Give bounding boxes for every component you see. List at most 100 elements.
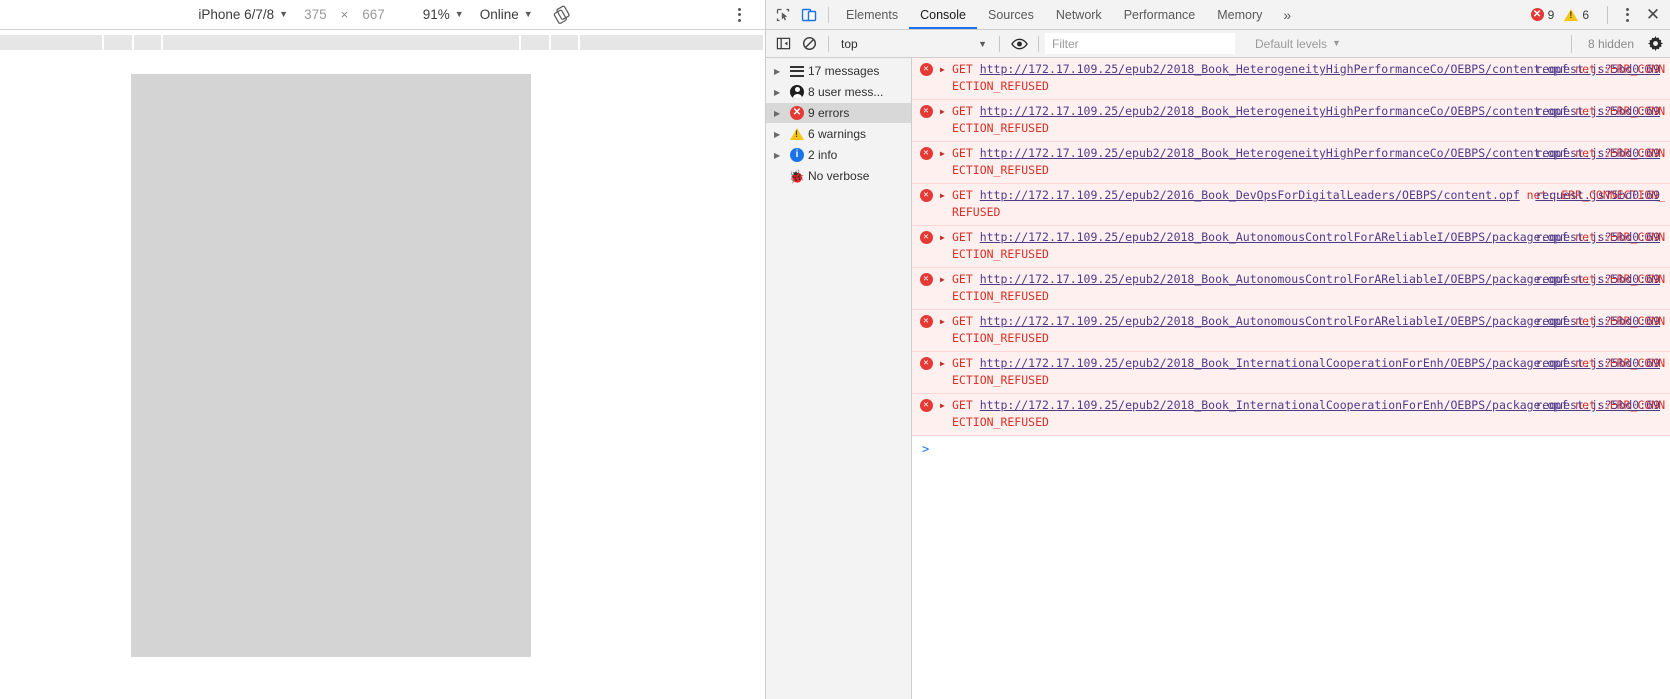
clear-console-icon[interactable]	[796, 32, 822, 56]
chevron-down-icon: ▼	[454, 8, 464, 19]
tab-label: Memory	[1217, 7, 1263, 22]
log-levels-value: Default levels	[1255, 36, 1328, 51]
source-location-link[interactable]: request.js?5bd0:69	[1535, 272, 1660, 286]
device-toolbar-more-icon[interactable]	[729, 5, 749, 25]
tab-elements[interactable]: Elements	[835, 0, 909, 29]
console-message-row[interactable]: ✕ ▶ GET http://172.17.109.25/epub2/2018_Bo…	[912, 142, 1670, 184]
issue-counters[interactable]: ✕ 9 6	[1530, 8, 1599, 22]
request-url[interactable]: http://172.17.109.25/epub2/2018_Book_Int…	[980, 356, 1569, 370]
tab-memory[interactable]: Memory	[1206, 0, 1273, 29]
throttling-select[interactable]: Online ▼	[472, 4, 541, 26]
source-location-link[interactable]: request.js?5bd0:69	[1535, 356, 1660, 370]
expand-arrow-icon[interactable]: ▶	[940, 397, 952, 410]
sidebar-item-messages[interactable]: ▶ 17 messages	[766, 61, 911, 81]
expand-arrow-icon[interactable]: ▶	[774, 109, 786, 118]
http-method: GET	[952, 230, 980, 244]
inspect-element-icon[interactable]	[770, 2, 796, 28]
sidebar-item-info[interactable]: ▶ i 2 info	[766, 145, 911, 165]
source-location-link[interactable]: request.js?5bd0:69	[1535, 62, 1660, 76]
request-url[interactable]: http://172.17.109.25/epub2/2018_Book_Int…	[980, 398, 1569, 412]
zoom-select[interactable]: 91% ▼	[415, 4, 472, 26]
expand-arrow-icon[interactable]: ▶	[940, 271, 952, 284]
device-viewport-area	[0, 51, 765, 699]
request-url[interactable]: http://172.17.109.25/epub2/2018_Book_Het…	[980, 104, 1569, 118]
request-url[interactable]: http://172.17.109.25/epub2/2016_Book_Dev…	[980, 188, 1520, 202]
request-url[interactable]: http://172.17.109.25/epub2/2018_Book_Aut…	[980, 314, 1569, 328]
hidden-messages-count[interactable]: 8 hidden	[1580, 37, 1642, 51]
console-message-row[interactable]: ✕ ▶ GET http://172.17.109.25/epub2/2018_Bo…	[912, 352, 1670, 394]
console-message-row[interactable]: ✕ ▶ GET http://172.17.109.25/epub2/2018_Bo…	[912, 100, 1670, 142]
execution-context-select[interactable]: top ▼	[835, 33, 993, 54]
console-prompt[interactable]: >	[912, 436, 1670, 456]
expand-arrow-icon[interactable]: ▶	[774, 67, 786, 76]
source-location-link[interactable]: request.js?5bd0:69	[1535, 104, 1660, 118]
expand-arrow-icon[interactable]: ▶	[940, 355, 952, 368]
source-location-link[interactable]: request.js?5bd0:69	[1535, 230, 1660, 244]
expand-arrow-icon[interactable]: ▶	[774, 130, 786, 139]
more-tabs-icon[interactable]: »	[1273, 0, 1301, 29]
source-location-link[interactable]: request.js?5bd0:69	[1535, 188, 1660, 202]
console-sidebar-toggle-icon[interactable]	[770, 32, 796, 56]
viewport-ruler	[0, 29, 765, 51]
viewport-width-input[interactable]: 375	[296, 4, 335, 26]
console-message-row[interactable]: ✕ ▶ GET http://172.17.109.25/epub2/2018_Bo…	[912, 226, 1670, 268]
toggle-device-toolbar-icon[interactable]	[796, 2, 822, 28]
device-select[interactable]: iPhone 6/7/8 ▼	[190, 4, 296, 26]
source-location-link[interactable]: request.js?5bd0:69	[1535, 146, 1660, 160]
expand-arrow-icon[interactable]: ▶	[940, 313, 952, 326]
expand-arrow-icon[interactable]: ▶	[774, 88, 786, 97]
request-url[interactable]: http://172.17.109.25/epub2/2018_Book_Aut…	[980, 230, 1569, 244]
console-message-row[interactable]: ✕ ▶ GET http://172.17.109.25/epub2/2018_Bo…	[912, 58, 1670, 100]
expand-arrow-icon[interactable]: ▶	[940, 61, 952, 74]
devtools-window: iPhone 6/7/8 ▼ 375 × 667 91% ▼ Online ▼	[0, 0, 1670, 699]
error-icon: ✕	[786, 106, 808, 120]
ruler-segment	[550, 35, 579, 50]
expand-arrow-icon[interactable]: ▶	[940, 187, 952, 200]
expand-arrow-icon[interactable]: ▶	[940, 103, 952, 116]
expand-arrow-icon[interactable]: ▶	[774, 151, 786, 160]
expand-arrow-icon[interactable]: ▶	[940, 229, 952, 242]
device-emulation-pane: iPhone 6/7/8 ▼ 375 × 667 91% ▼ Online ▼	[0, 0, 766, 699]
tab-sources[interactable]: Sources	[977, 0, 1045, 29]
customize-devtools-icon[interactable]	[1616, 3, 1638, 27]
console-filter-input[interactable]: Filter	[1045, 33, 1235, 54]
live-expression-icon[interactable]	[1006, 32, 1032, 56]
sidebar-item-warnings[interactable]: ▶ 6 warnings	[766, 124, 911, 144]
console-message-row[interactable]: ✕ ▶ GET http://172.17.109.25/epub2/2018_Bo…	[912, 394, 1670, 436]
request-url[interactable]: http://172.17.109.25/epub2/2018_Book_Het…	[980, 62, 1569, 76]
source-location-link[interactable]: request.js?5bd0:69	[1535, 314, 1660, 328]
ruler-segment	[133, 35, 162, 50]
console-sidebar: ▶ 17 messages ▶ 8 user mess... ▶ ✕ 9 err…	[766, 58, 912, 699]
http-method: GET	[952, 398, 980, 412]
error-icon: ✕	[912, 61, 940, 76]
http-method: GET	[952, 62, 980, 76]
console-message-row[interactable]: ✕ ▶ GET http://172.17.109.25/epub2/2018_Bo…	[912, 268, 1670, 310]
device-toolbar-controls: iPhone 6/7/8 ▼ 375 × 667 91% ▼ Online ▼	[190, 4, 574, 26]
console-settings-icon[interactable]	[1642, 32, 1668, 56]
sidebar-item-verbose[interactable]: ▶ 🐞 No verbose	[766, 166, 911, 186]
expand-arrow-icon[interactable]: ▶	[940, 145, 952, 158]
error-icon: ✕	[912, 271, 940, 286]
toolbar-divider	[1038, 35, 1039, 52]
tab-label: Network	[1055, 7, 1102, 22]
tab-console[interactable]: Console	[909, 0, 977, 29]
device-screen-frame[interactable]	[131, 74, 531, 657]
sidebar-item-errors[interactable]: ▶ ✕ 9 errors	[766, 103, 911, 123]
zoom-select-label: 91%	[422, 7, 450, 22]
tab-network[interactable]: Network	[1045, 0, 1113, 29]
log-levels-select[interactable]: Default levels ▼	[1247, 33, 1349, 55]
console-message-row[interactable]: ✕ ▶ GET http://172.17.109.25/epub2/2016_Bo…	[912, 184, 1670, 226]
tab-performance[interactable]: Performance	[1113, 0, 1207, 29]
tab-label: Sources	[987, 7, 1034, 22]
console-message-row[interactable]: ✕ ▶ GET http://172.17.109.25/epub2/2018_Bo…	[912, 310, 1670, 352]
viewport-height-input[interactable]: 667	[354, 4, 393, 26]
rotate-device-icon[interactable]	[549, 4, 575, 26]
close-devtools-icon[interactable]: ✕	[1638, 1, 1668, 29]
request-url[interactable]: http://172.17.109.25/epub2/2018_Book_Aut…	[980, 272, 1569, 286]
list-icon	[786, 65, 808, 77]
source-location-link[interactable]: request.js?5bd0:69	[1535, 398, 1660, 412]
sidebar-item-user-messages[interactable]: ▶ 8 user mess...	[766, 82, 911, 102]
request-url[interactable]: http://172.17.109.25/epub2/2018_Book_Het…	[980, 146, 1569, 160]
toolbar-divider	[828, 35, 829, 52]
device-toolbar: iPhone 6/7/8 ▼ 375 × 667 91% ▼ Online ▼	[0, 0, 765, 29]
